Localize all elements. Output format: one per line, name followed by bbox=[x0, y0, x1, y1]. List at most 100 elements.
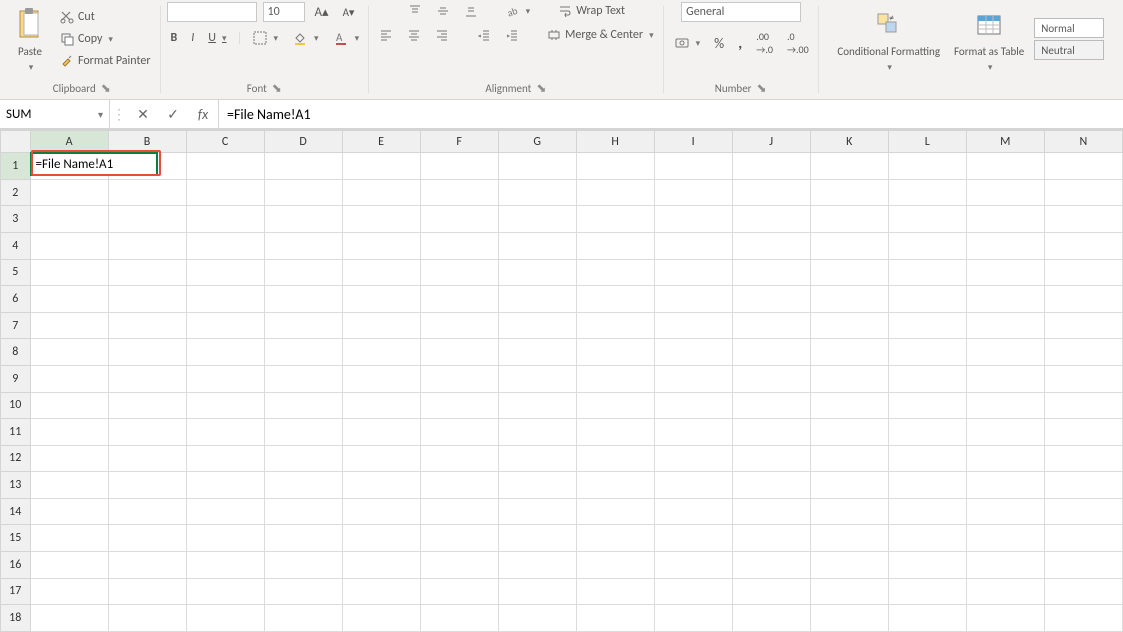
cell[interactable] bbox=[342, 472, 420, 499]
cell[interactable] bbox=[1044, 259, 1122, 286]
cell[interactable] bbox=[420, 525, 498, 552]
cell[interactable] bbox=[342, 445, 420, 472]
cell[interactable] bbox=[576, 286, 654, 313]
alignment-dialog-launcher[interactable]: ⬊ bbox=[535, 83, 547, 95]
cell[interactable] bbox=[186, 419, 264, 446]
cell[interactable] bbox=[342, 312, 420, 339]
column-header[interactable]: A bbox=[30, 131, 108, 153]
cut-button[interactable]: Cut bbox=[56, 8, 99, 26]
cell[interactable] bbox=[966, 339, 1044, 366]
cell[interactable] bbox=[576, 232, 654, 259]
cell[interactable] bbox=[186, 312, 264, 339]
cell[interactable] bbox=[810, 392, 888, 419]
cell[interactable] bbox=[498, 419, 576, 446]
row-header[interactable]: 15 bbox=[1, 525, 31, 552]
cell[interactable] bbox=[108, 498, 186, 525]
cell[interactable] bbox=[966, 259, 1044, 286]
align-left-button[interactable] bbox=[375, 26, 397, 44]
cell[interactable] bbox=[888, 392, 966, 419]
cell[interactable] bbox=[732, 179, 810, 206]
cell[interactable] bbox=[420, 312, 498, 339]
cell[interactable] bbox=[420, 286, 498, 313]
cell[interactable] bbox=[966, 153, 1044, 180]
cell[interactable] bbox=[498, 525, 576, 552]
underline-button[interactable]: U bbox=[204, 29, 230, 47]
currency-button[interactable] bbox=[670, 33, 705, 53]
cell[interactable] bbox=[810, 286, 888, 313]
cell[interactable] bbox=[342, 259, 420, 286]
column-header[interactable]: H bbox=[576, 131, 654, 153]
cell[interactable] bbox=[108, 259, 186, 286]
cell[interactable] bbox=[810, 605, 888, 632]
increase-indent-button[interactable] bbox=[501, 26, 523, 44]
cell[interactable] bbox=[732, 498, 810, 525]
cell[interactable] bbox=[342, 232, 420, 259]
cell[interactable] bbox=[30, 179, 108, 206]
cell[interactable] bbox=[342, 179, 420, 206]
cell[interactable] bbox=[966, 365, 1044, 392]
cell[interactable] bbox=[186, 498, 264, 525]
cell[interactable] bbox=[420, 206, 498, 233]
cell[interactable] bbox=[1044, 605, 1122, 632]
cell[interactable] bbox=[1044, 232, 1122, 259]
cell[interactable] bbox=[576, 578, 654, 605]
cell[interactable] bbox=[1044, 552, 1122, 579]
conditional-formatting-button[interactable]: ≠ Conditional Formatting bbox=[833, 6, 944, 73]
cell[interactable] bbox=[186, 552, 264, 579]
cell[interactable] bbox=[420, 552, 498, 579]
cell[interactable] bbox=[420, 472, 498, 499]
cell[interactable] bbox=[576, 339, 654, 366]
cell[interactable] bbox=[654, 498, 732, 525]
align-center-button[interactable] bbox=[403, 26, 425, 44]
cell[interactable] bbox=[732, 472, 810, 499]
column-header[interactable]: N bbox=[1044, 131, 1122, 153]
cell[interactable] bbox=[498, 153, 576, 180]
cell[interactable] bbox=[498, 339, 576, 366]
row-header[interactable]: 17 bbox=[1, 578, 31, 605]
number-dialog-launcher[interactable]: ⬊ bbox=[756, 83, 768, 95]
cell[interactable] bbox=[888, 286, 966, 313]
paste-button[interactable]: Paste bbox=[10, 5, 50, 73]
cell[interactable] bbox=[342, 525, 420, 552]
cell[interactable] bbox=[108, 578, 186, 605]
cell[interactable] bbox=[498, 365, 576, 392]
cell[interactable] bbox=[732, 578, 810, 605]
cell[interactable] bbox=[342, 339, 420, 366]
cell[interactable] bbox=[1044, 525, 1122, 552]
font-dialog-launcher[interactable]: ⬊ bbox=[271, 83, 283, 95]
align-bottom-button[interactable] bbox=[460, 2, 482, 20]
percent-button[interactable]: % bbox=[710, 33, 728, 54]
cell[interactable] bbox=[732, 365, 810, 392]
cell[interactable] bbox=[888, 206, 966, 233]
cell[interactable] bbox=[654, 419, 732, 446]
cell[interactable] bbox=[498, 232, 576, 259]
cell[interactable] bbox=[498, 605, 576, 632]
cell[interactable] bbox=[966, 578, 1044, 605]
cell[interactable] bbox=[108, 445, 186, 472]
cell[interactable] bbox=[108, 605, 186, 632]
cell[interactable] bbox=[420, 419, 498, 446]
cell[interactable] bbox=[30, 552, 108, 579]
cell[interactable] bbox=[654, 259, 732, 286]
cell[interactable] bbox=[966, 472, 1044, 499]
merge-center-button[interactable]: Merge & Center bbox=[543, 26, 658, 44]
column-header[interactable]: E bbox=[342, 131, 420, 153]
cell[interactable] bbox=[1044, 498, 1122, 525]
cell[interactable] bbox=[888, 525, 966, 552]
cell[interactable] bbox=[264, 472, 342, 499]
cell[interactable] bbox=[186, 392, 264, 419]
number-format-combo[interactable]: General bbox=[681, 2, 801, 22]
cell[interactable] bbox=[810, 206, 888, 233]
cell[interactable] bbox=[264, 179, 342, 206]
column-header[interactable]: J bbox=[732, 131, 810, 153]
cell[interactable] bbox=[654, 206, 732, 233]
cell[interactable] bbox=[264, 419, 342, 446]
cell[interactable] bbox=[654, 392, 732, 419]
cell[interactable] bbox=[420, 365, 498, 392]
cell[interactable] bbox=[654, 525, 732, 552]
cell[interactable] bbox=[966, 419, 1044, 446]
row-header[interactable]: 16 bbox=[1, 552, 31, 579]
cell[interactable] bbox=[342, 206, 420, 233]
cell[interactable] bbox=[1044, 392, 1122, 419]
cell[interactable] bbox=[966, 605, 1044, 632]
